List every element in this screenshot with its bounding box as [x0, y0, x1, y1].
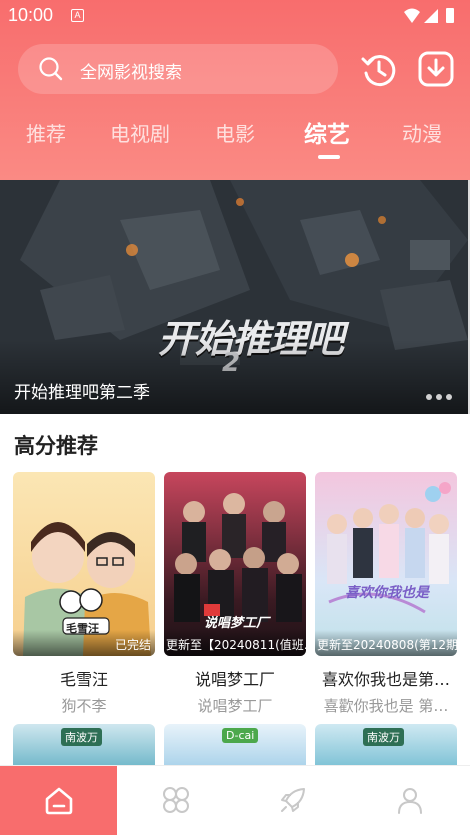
- poster-logo: 南波万: [61, 728, 102, 746]
- status-badge: 已完结: [13, 630, 155, 656]
- battery-icon: [446, 8, 454, 23]
- app-screen: 10:00 A 全网影视搜索 推荐 电视剧 电影 综艺 动漫 开始推理吧 开始推…: [0, 0, 470, 835]
- header: 10:00 A 全网影视搜索 推荐 电视剧 电影 综艺 动漫: [0, 0, 470, 180]
- nav-profile[interactable]: [351, 766, 468, 835]
- search-input[interactable]: 全网影视搜索: [18, 44, 338, 94]
- nav-discover[interactable]: [234, 766, 351, 835]
- status-badge: 更新至【20240811(值班…: [164, 630, 306, 656]
- poster-image: 说唱梦工厂 更新至【20240811(值班…: [164, 472, 306, 656]
- show-card[interactable]: 说唱梦工厂 更新至【20240811(值班… 说唱梦工厂 说唱梦工厂: [164, 472, 306, 716]
- poster-logo: D-cai: [222, 728, 259, 743]
- card-title: 说唱梦工厂: [194, 670, 275, 689]
- category-tabs: 推荐 电视剧 电影 综艺 动漫: [0, 118, 470, 168]
- card-title: 喜欢你我也是第…: [321, 670, 450, 689]
- card-subtitle: 喜歡你我也是 第…: [323, 697, 449, 715]
- poster-art: [327, 482, 451, 614]
- rocket-icon: [281, 788, 305, 812]
- banner-carousel[interactable]: 开始推理吧 2 开始推理吧第二季: [0, 180, 468, 414]
- status-time: 10:00: [8, 5, 54, 25]
- notification-icon: A: [71, 9, 84, 22]
- wifi-icon: [404, 8, 420, 23]
- nav-home[interactable]: [0, 766, 117, 835]
- show-card[interactable]: 南波万: [315, 724, 457, 768]
- poster-title-art: 说唱梦工厂: [204, 616, 270, 631]
- status-icons: [404, 8, 454, 23]
- download-icon[interactable]: [417, 50, 455, 88]
- show-card[interactable]: 南波万: [13, 724, 155, 768]
- user-icon: [398, 788, 422, 814]
- search-placeholder: 全网影视搜索: [80, 63, 182, 83]
- show-card[interactable]: 喜欢你我也是 更新至20240808(第12期… 喜欢你我也是第… 喜歡你我也是…: [315, 472, 457, 716]
- tab-movies[interactable]: 电影: [215, 118, 255, 147]
- tab-recommend[interactable]: 推荐: [26, 118, 66, 147]
- poster-title-art: 喜欢你我也是: [345, 585, 429, 601]
- status-badge: 更新至20240808(第12期…: [315, 630, 457, 656]
- card-subtitle: 说唱梦工厂: [197, 697, 273, 715]
- nav-category[interactable]: [117, 766, 234, 835]
- home-icon: [45, 787, 73, 815]
- grid-icon: [163, 787, 189, 813]
- card-title: 毛雪汪: [59, 670, 108, 689]
- tab-tv-series[interactable]: 电视剧: [110, 118, 170, 147]
- search-icon: [39, 57, 63, 81]
- card-subtitle: 狗不李: [61, 697, 107, 715]
- history-icon[interactable]: [360, 51, 398, 89]
- signal-icon: [424, 9, 438, 23]
- show-card[interactable]: 毛雪汪 已完结 毛雪汪 狗不李: [13, 472, 155, 716]
- tab-variety[interactable]: 综艺: [304, 115, 350, 149]
- poster-image: 毛雪汪 已完结: [13, 472, 155, 656]
- poster-logo: 南波万: [363, 728, 404, 746]
- poster-image: 喜欢你我也是 更新至20240808(第12期…: [315, 472, 457, 656]
- more-dots-icon[interactable]: [422, 385, 454, 400]
- status-bar: 10:00 A: [0, 0, 470, 34]
- banner-title: 开始推理吧第二季: [14, 383, 150, 403]
- section-title: 高分推荐: [14, 434, 98, 458]
- tab-indicator: [318, 155, 340, 159]
- bottom-nav: [0, 765, 470, 835]
- tab-anime[interactable]: 动漫: [402, 118, 442, 147]
- show-card[interactable]: D-cai: [164, 724, 306, 768]
